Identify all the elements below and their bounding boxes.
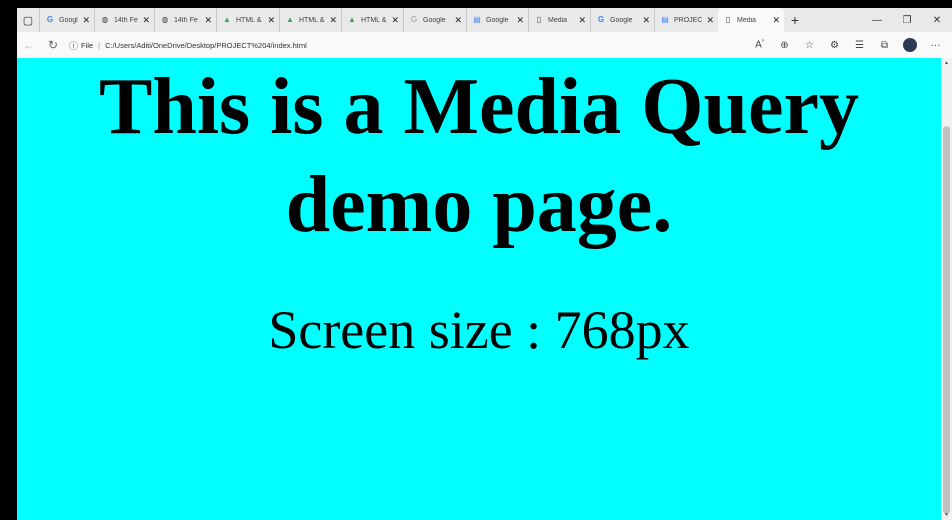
- tab-title: PROJEC: [674, 16, 703, 24]
- close-tab-icon[interactable]: ✕: [706, 15, 714, 26]
- tab-title: Google: [59, 16, 78, 24]
- window-controls: — ❐ ✕: [862, 8, 952, 32]
- page-heading: This is a Media Query demo page.: [98, 63, 860, 249]
- collections-icon[interactable]: ⧉: [872, 40, 897, 51]
- zoom-icon[interactable]: ⊕: [772, 40, 797, 51]
- globe-icon: ◍: [101, 15, 109, 24]
- close-tab-icon[interactable]: ✕: [82, 15, 90, 26]
- drive-icon: ▲: [286, 15, 294, 24]
- tab-title: Media: [548, 16, 568, 24]
- page-viewport: This is a Media Query demo page. Screen …: [17, 58, 941, 520]
- drive-icon: ▲: [223, 15, 231, 24]
- minimize-icon[interactable]: —: [862, 8, 892, 32]
- address-toolbar: ← ↻ ⓘ File | C:/Users/Aditi/OneDrive/Des…: [17, 32, 952, 58]
- close-tab-icon[interactable]: ✕: [142, 15, 150, 26]
- tab-10[interactable]: ▤ PROJEC ✕: [654, 8, 718, 32]
- scroll-down-icon[interactable]: ▼: [944, 512, 949, 518]
- tab-1[interactable]: ◍ 14th Fe ✕: [94, 8, 154, 32]
- tab-8[interactable]: ▯ Media ✕: [528, 8, 590, 32]
- refresh-icon[interactable]: ↻: [41, 35, 65, 55]
- scroll-up-icon[interactable]: ▲: [944, 60, 949, 66]
- tab-list: G Google ✕ ◍ 14th Fe ✕ ◍ 14th Fe ✕ ▲ HTM…: [39, 8, 784, 32]
- tab-6[interactable]: G Google ✕: [403, 8, 466, 32]
- browser-window: ▢ G Google ✕ ◍ 14th Fe ✕ ◍ 14th Fe ✕ ▲ H…: [17, 8, 952, 520]
- extensions-icon[interactable]: ⚙: [822, 40, 847, 51]
- address-scheme-label: File: [81, 40, 94, 50]
- tab-title: Google: [423, 16, 446, 24]
- globe-icon: ◍: [161, 15, 169, 24]
- tab-9[interactable]: G Google ✕: [590, 8, 654, 32]
- docs-icon: ▤: [473, 15, 481, 24]
- favorites-icon[interactable]: ☰: [847, 40, 872, 51]
- docs-icon: ▤: [661, 15, 669, 24]
- tab-title: Google: [486, 16, 509, 24]
- address-url[interactable]: C:/Users/Aditi/OneDrive/Desktop/PROJECT%…: [105, 41, 307, 50]
- back-icon[interactable]: ←: [17, 35, 41, 55]
- read-aloud-icon[interactable]: Aⁿ: [747, 39, 772, 50]
- tab-4[interactable]: ▲ HTML & ✕: [279, 8, 341, 32]
- tab-3[interactable]: ▲ HTML & ✕: [216, 8, 279, 32]
- address-bar[interactable]: ⓘ File | C:/Users/Aditi/OneDrive/Desktop…: [69, 35, 689, 55]
- tab-title: HTML &: [299, 16, 325, 24]
- screen-size-text: Screen size : 768px: [268, 300, 690, 360]
- more-menu-icon[interactable]: ···: [923, 40, 948, 51]
- tab-strip: ▢ G Google ✕ ◍ 14th Fe ✕ ◍ 14th Fe ✕ ▲ H…: [17, 8, 952, 32]
- close-tab-icon[interactable]: ✕: [772, 15, 780, 26]
- scrollbar-thumb[interactable]: [943, 126, 950, 514]
- tab-actions-icon[interactable]: ▢: [17, 8, 39, 32]
- profile-avatar[interactable]: [903, 38, 917, 52]
- toolbar-actions: Aⁿ ⊕ ☆ ⚙ ☰ ⧉ ···: [747, 32, 948, 58]
- google-icon: G: [597, 15, 605, 24]
- close-tab-icon[interactable]: ✕: [454, 15, 462, 26]
- tab-title: Google: [610, 16, 633, 24]
- close-tab-icon[interactable]: ✕: [329, 15, 337, 26]
- google-icon: G: [410, 15, 418, 24]
- favorite-icon[interactable]: ☆: [797, 40, 822, 51]
- address-separator: |: [98, 40, 101, 50]
- close-tab-icon[interactable]: ✕: [391, 15, 399, 26]
- file-icon: ▯: [725, 15, 731, 24]
- tab-title: 14th Fe: [174, 16, 198, 24]
- tab-title: HTML &: [361, 16, 387, 24]
- info-icon[interactable]: ⓘ: [69, 39, 78, 52]
- tab-7[interactable]: ▤ Google ✕: [466, 8, 528, 32]
- tab-0[interactable]: G Google ✕: [39, 8, 94, 32]
- restore-icon[interactable]: ❐: [892, 8, 922, 32]
- close-tab-icon[interactable]: ✕: [204, 15, 212, 26]
- tab-title: Media: [737, 16, 757, 24]
- close-tab-icon[interactable]: ✕: [267, 15, 275, 26]
- close-window-icon[interactable]: ✕: [922, 8, 952, 32]
- tab-2[interactable]: ◍ 14th Fe ✕: [154, 8, 216, 32]
- new-tab-icon[interactable]: +: [784, 12, 806, 28]
- vertical-scrollbar[interactable]: ▲ ▼: [941, 58, 952, 520]
- drive-icon: ▲: [348, 15, 356, 24]
- tab-11-active[interactable]: ▯ Media ✕: [718, 8, 784, 32]
- tab-title: 14th Fe: [114, 16, 138, 24]
- tab-5[interactable]: ▲ HTML & ✕: [341, 8, 403, 32]
- close-tab-icon[interactable]: ✕: [578, 15, 586, 26]
- file-icon: ▯: [536, 15, 542, 24]
- close-tab-icon[interactable]: ✕: [516, 15, 524, 26]
- close-tab-icon[interactable]: ✕: [642, 15, 650, 26]
- tab-title: HTML &: [236, 16, 262, 24]
- google-icon: G: [46, 15, 54, 24]
